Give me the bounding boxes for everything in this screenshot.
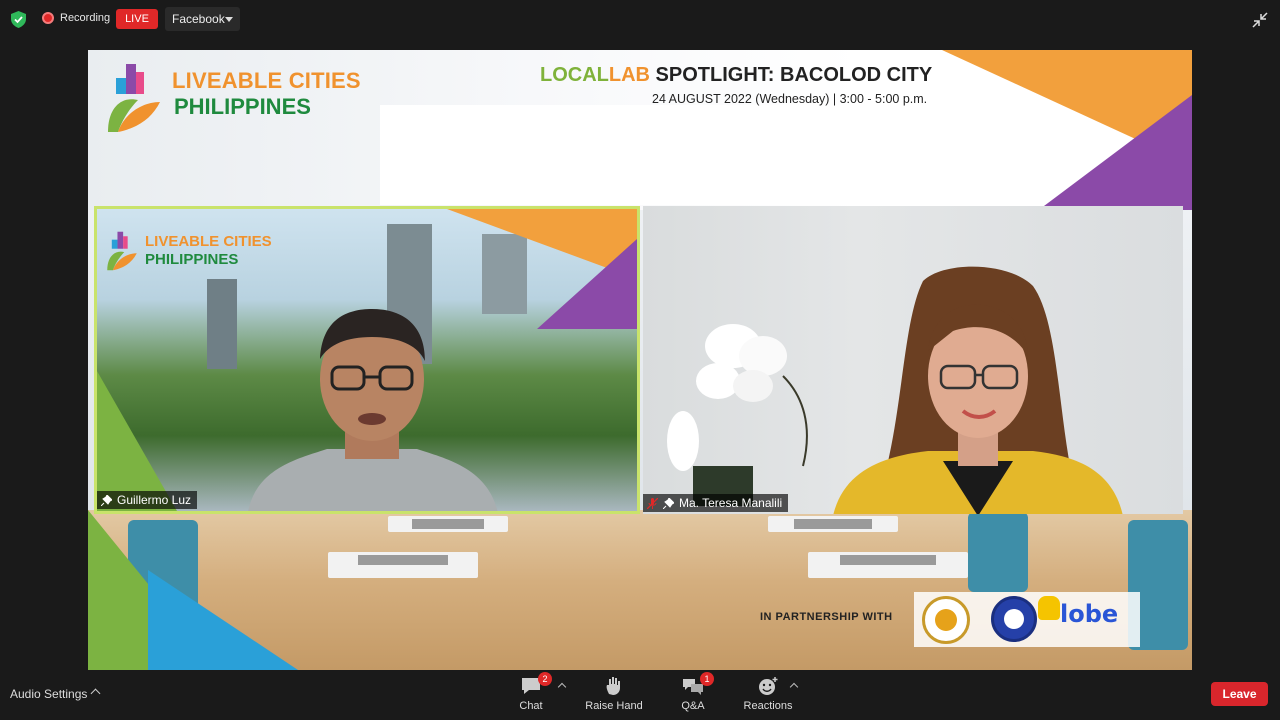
slide-event-title: LOCALLAB SPOTLIGHT: BACOLOD CITY (540, 64, 932, 87)
qa-label: Q&A (681, 700, 705, 712)
smiley-reaction-icon (759, 677, 778, 695)
building-background (207, 279, 237, 369)
video-tile-guillermo-luz[interactable]: LIVEABLE CITIES PHILIPPINES Guillermo Lu… (94, 206, 640, 514)
raise-hand-label: Raise Hand (585, 700, 643, 712)
qa-button[interactable]: 1 Q&A (678, 672, 714, 712)
liveable-cities-logo-icon (108, 64, 160, 132)
event-title-rest: SPOTLIGHT: BACOLOD CITY (650, 64, 933, 86)
purple-corner-decoration (537, 239, 637, 329)
participant-video-feed (248, 309, 498, 511)
green-wedge-decoration (97, 371, 177, 511)
laptop-decoration (768, 516, 898, 532)
chat-options-caret-icon[interactable] (557, 682, 567, 692)
pin-icon (101, 494, 112, 506)
caret-down-icon (225, 17, 233, 22)
laptop-decoration (388, 516, 508, 532)
partnership-label: IN PARTNERSHIP WITH (760, 611, 893, 623)
security-shield-icon[interactable] (11, 11, 26, 28)
reactions-button[interactable]: Reactions (741, 676, 795, 712)
participant-name: Ma. Teresa Manalili (679, 496, 783, 510)
laptop-decoration (808, 552, 968, 578)
liveable-cities-logo-icon (107, 231, 137, 271)
leave-meeting-button[interactable]: Leave (1211, 682, 1268, 706)
exit-fullscreen-icon[interactable] (1252, 12, 1268, 28)
laptop-decoration (328, 552, 478, 578)
stream-target-dropdown[interactable]: Facebook (165, 7, 240, 31)
chat-button[interactable]: 2 Chat (514, 672, 552, 712)
recording-indicator[interactable]: Recording (42, 12, 110, 24)
participant-name-tag: Ma. Teresa Manalili (643, 494, 789, 512)
chair-decoration (968, 512, 1028, 592)
globe-logo-text: lobe (1060, 600, 1119, 628)
slide-blank-panel (380, 105, 856, 205)
audio-settings-button[interactable]: Audio Settings (10, 687, 87, 701)
league-of-cities-seal-icon (922, 596, 970, 644)
muted-microphone-icon (647, 497, 658, 509)
purple-corner-decoration (1032, 95, 1192, 215)
meeting-toolbar: Audio Settings 2 Chat Raise Hand 1 Q&A R… (0, 670, 1280, 720)
blue-wedge-decoration (148, 570, 298, 670)
slide-org-name-line1: LIVEABLE CITIES (172, 68, 361, 93)
event-title-lab: LAB (608, 64, 650, 86)
recording-label: Recording (60, 12, 111, 24)
chat-label: Chat (519, 700, 543, 712)
reactions-label: Reactions (743, 700, 793, 712)
event-title-local: LOCAL (540, 64, 609, 86)
pin-icon (663, 497, 674, 509)
chat-unread-badge: 2 (538, 672, 552, 686)
video-tile-ma-teresa-manalili[interactable]: Ma. Teresa Manalili (643, 206, 1183, 514)
slide-event-date: 24 AUGUST 2022 (Wednesday) | 3:00 - 5:00… (652, 92, 928, 106)
raise-hand-button[interactable]: Raise Hand (585, 676, 643, 712)
meeting-top-bar: Recording LIVE Facebook (0, 0, 1280, 40)
globe-hand-logo-icon (1038, 596, 1060, 620)
participant-name-tag: Guillermo Luz (97, 491, 198, 509)
virtual-bg-org-line2: PHILIPPINES (145, 251, 239, 268)
qa-unread-badge: 1 (700, 672, 714, 686)
slide-org-name-line2: PHILIPPINES (174, 94, 311, 119)
participant-video-feed (833, 266, 1123, 514)
live-badge[interactable]: LIVE (116, 9, 158, 29)
orchid-plant-background (667, 324, 808, 506)
stream-target-label: Facebook (172, 12, 225, 26)
participant-name: Guillermo Luz (117, 493, 192, 507)
raised-hand-icon (606, 677, 620, 695)
recording-dot-icon (42, 12, 54, 24)
government-seal-icon (991, 596, 1037, 642)
audio-settings-caret-icon[interactable] (90, 688, 101, 699)
virtual-bg-org-line1: LIVEABLE CITIES (145, 233, 272, 250)
